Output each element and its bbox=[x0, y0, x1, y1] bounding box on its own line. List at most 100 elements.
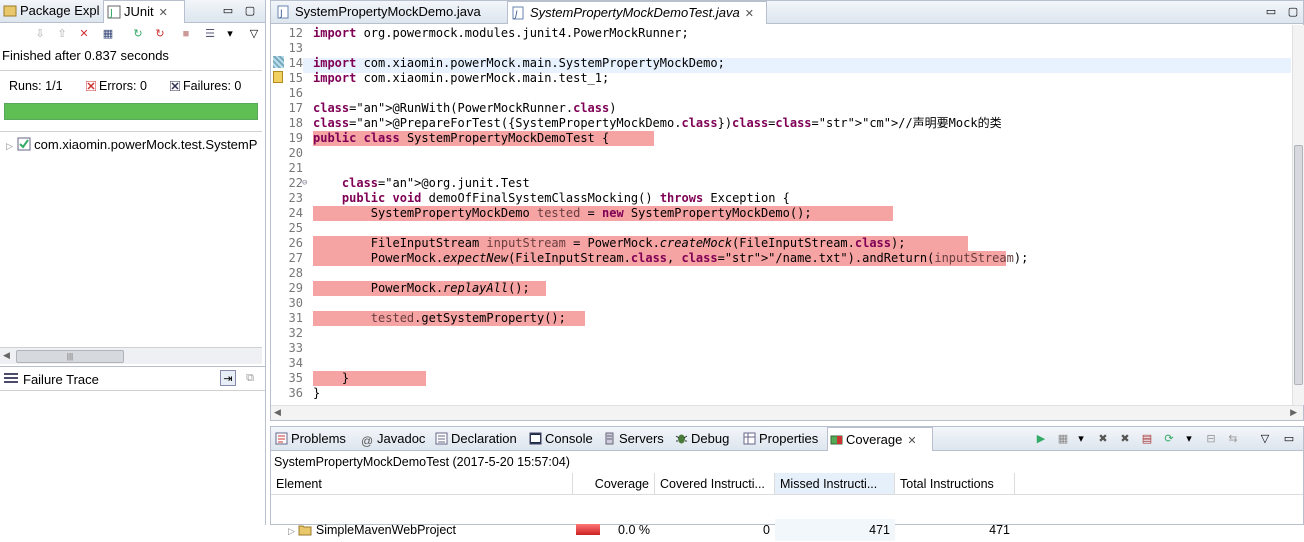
tab-javadoc[interactable]: @ Javadoc bbox=[359, 427, 425, 451]
horizontal-scrollbar[interactable]: ◀ ||| bbox=[0, 347, 262, 364]
expand-arrow-icon[interactable]: ▷ bbox=[288, 526, 295, 536]
next-failure-icon[interactable]: ⇩ bbox=[32, 26, 48, 42]
tab-servers[interactable]: Servers bbox=[601, 427, 664, 451]
warning-marker-icon[interactable] bbox=[273, 71, 283, 83]
code-area[interactable]: 12 import org.powermock.modules.junit4.Po… bbox=[271, 25, 1291, 405]
coverage-icon bbox=[830, 435, 843, 445]
tab-system-property-mock-demo-test[interactable]: J SystemPropertyMockDemoTest.java ✕ bbox=[507, 1, 767, 24]
failure-trace-header: Failure Trace ⇥ ⧉ bbox=[0, 366, 265, 391]
code-line: SystemPropertyMockDemo tested = new Syst… bbox=[313, 206, 893, 221]
collapse-all-icon[interactable]: ⊟ bbox=[1203, 431, 1219, 447]
tab-declaration[interactable]: Declaration bbox=[433, 427, 517, 451]
tab-label: SystemPropertyMockDemo.java bbox=[295, 4, 481, 19]
tab-console[interactable]: Console bbox=[527, 427, 593, 451]
minimize-icon[interactable]: ▭ bbox=[220, 3, 236, 19]
at-sign-icon: @ bbox=[361, 434, 374, 448]
view-menu-icon[interactable]: ▽ bbox=[1257, 431, 1273, 447]
tab-package-explorer[interactable]: Package Expl bbox=[0, 0, 104, 23]
tree-item-test-class[interactable]: ▷ com.xiaomin.powerMock.test.SystemP bbox=[6, 137, 257, 152]
test-run-history-icon[interactable]: ☰ bbox=[202, 26, 218, 42]
view-menu-icon[interactable]: ▽ bbox=[246, 26, 262, 42]
line-number: 21 bbox=[288, 161, 303, 175]
minimize-icon[interactable]: ▭ bbox=[1281, 431, 1297, 447]
code-line: tested.getSystemProperty(); bbox=[313, 311, 585, 326]
code-line: public void demoOfFinalSystemClassMockin… bbox=[341, 191, 790, 205]
previous-failure-icon[interactable]: ⇧ bbox=[54, 26, 70, 42]
scroll-lock-icon[interactable]: ▦ bbox=[100, 26, 116, 42]
compare-result-icon[interactable]: ⧉ bbox=[242, 370, 258, 386]
session-dropdown-icon[interactable]: ▾ bbox=[1073, 431, 1089, 447]
tab-label: JUnit bbox=[124, 4, 154, 19]
scroll-left-icon[interactable]: ◀ bbox=[3, 350, 10, 361]
tab-label: Declaration bbox=[451, 431, 517, 446]
line-number: 25 bbox=[288, 221, 303, 235]
line-number: 20 bbox=[288, 146, 303, 160]
error-icon bbox=[86, 81, 96, 91]
tab-label: SystemPropertyMockDemoTest.java bbox=[530, 5, 740, 20]
scrollbar-thumb[interactable]: ||| bbox=[16, 350, 124, 363]
bug-icon bbox=[675, 434, 688, 444]
line-number: 16 bbox=[288, 86, 303, 100]
failures-label: Failures: bbox=[183, 79, 231, 93]
history-dropdown-icon[interactable]: ▾ bbox=[222, 26, 238, 42]
coverage-value: 0.0 % bbox=[618, 523, 650, 537]
merge-sessions-icon[interactable]: ▤ bbox=[1139, 431, 1155, 447]
rerun-failed-first-icon[interactable]: ↻ bbox=[152, 26, 168, 42]
show-failures-only-icon[interactable]: ✕ bbox=[76, 26, 92, 42]
minimize-icon[interactable]: ▭ bbox=[1263, 4, 1279, 20]
errors-label: Errors: bbox=[99, 79, 137, 93]
tab-label: Debug bbox=[691, 431, 730, 446]
tab-system-property-mock-demo[interactable]: J SystemPropertyMockDemo.java bbox=[273, 1, 505, 24]
editor-vertical-scrollbar[interactable] bbox=[1292, 25, 1304, 405]
code-line: PowerMock.expectNew(FileInputStream.clas… bbox=[313, 251, 1029, 266]
column-header-total[interactable]: Total Instructions bbox=[895, 473, 1015, 495]
column-header-coverage[interactable]: Coverage bbox=[573, 473, 655, 495]
stop-icon[interactable]: ■ bbox=[178, 26, 194, 42]
line-number: 33 bbox=[288, 341, 303, 355]
refresh-dropdown-icon[interactable]: ▾ bbox=[1181, 431, 1197, 447]
line-number: 27 bbox=[288, 251, 303, 265]
tab-problems[interactable]: Problems bbox=[273, 427, 346, 451]
scroll-right-icon[interactable]: ▶ bbox=[1290, 407, 1297, 418]
line-number: 19 bbox=[288, 131, 303, 145]
code-line: class="an">@org.junit.Test bbox=[341, 176, 530, 190]
maximize-icon[interactable]: ▢ bbox=[242, 3, 258, 19]
code-line: class="an">@RunWith(PowerMockRunner.clas… bbox=[313, 101, 617, 115]
tab-debug[interactable]: Debug bbox=[673, 427, 729, 451]
link-with-editor-icon[interactable]: ⇆ bbox=[1225, 431, 1241, 447]
tab-junit[interactable]: J JUnit ✕ bbox=[103, 0, 185, 23]
element-cell: ▷ SimpleMavenWebProject bbox=[283, 519, 573, 541]
runs-label: Runs: bbox=[9, 79, 42, 93]
rerun-test-icon[interactable]: ↻ bbox=[130, 26, 146, 42]
line-number: 22 bbox=[288, 176, 303, 190]
filter-stack-trace-icon[interactable]: ⇥ bbox=[220, 370, 236, 386]
failure-trace-title: Failure Trace bbox=[23, 372, 99, 387]
refresh-icon[interactable]: ⟳ bbox=[1161, 431, 1177, 447]
column-header-element[interactable]: Element bbox=[271, 473, 573, 495]
coverage-run-icon[interactable]: ▶ bbox=[1033, 431, 1049, 447]
remove-session-icon[interactable]: ✖ bbox=[1095, 431, 1111, 447]
expand-arrow-icon[interactable]: ▷ bbox=[6, 141, 13, 151]
bookmark-marker-icon[interactable] bbox=[273, 56, 284, 68]
test-counters: Runs: 1/1 Errors: 0 Failures: 0 bbox=[0, 70, 262, 98]
editor-horizontal-scrollbar[interactable]: ◀ ▶ bbox=[271, 405, 1303, 420]
column-header-covered[interactable]: Covered Instructi... bbox=[655, 473, 775, 495]
close-icon[interactable]: ✕ bbox=[745, 8, 754, 20]
fold-collapse-icon[interactable]: ⊖ bbox=[302, 177, 307, 189]
maximize-icon[interactable]: ▢ bbox=[1285, 4, 1301, 20]
problems-icon bbox=[275, 432, 288, 445]
scrollbar-thumb[interactable] bbox=[1294, 145, 1303, 385]
close-icon[interactable]: ✕ bbox=[159, 7, 168, 19]
line-number: 34 bbox=[288, 356, 303, 370]
tab-properties[interactable]: Properties bbox=[741, 427, 818, 451]
code-line: import com.xiaomin.powerMock.main.test_1… bbox=[313, 71, 610, 85]
code-line: } bbox=[313, 386, 321, 400]
tab-coverage[interactable]: Coverage ✕ bbox=[827, 427, 933, 451]
code-line: import org.powermock.modules.junit4.Powe… bbox=[313, 26, 689, 40]
column-header-missed[interactable]: Missed Instructi... bbox=[775, 473, 895, 495]
coverage-session-icon[interactable]: ▦ bbox=[1055, 431, 1071, 447]
scroll-left-icon[interactable]: ◀ bbox=[274, 407, 281, 418]
remove-all-sessions-icon[interactable]: ✖ bbox=[1117, 431, 1133, 447]
close-icon[interactable]: ✕ bbox=[907, 435, 916, 447]
table-row[interactable]: ▷ SimpleMavenWebProject 0.0 % 0 471 471 bbox=[271, 496, 1303, 541]
